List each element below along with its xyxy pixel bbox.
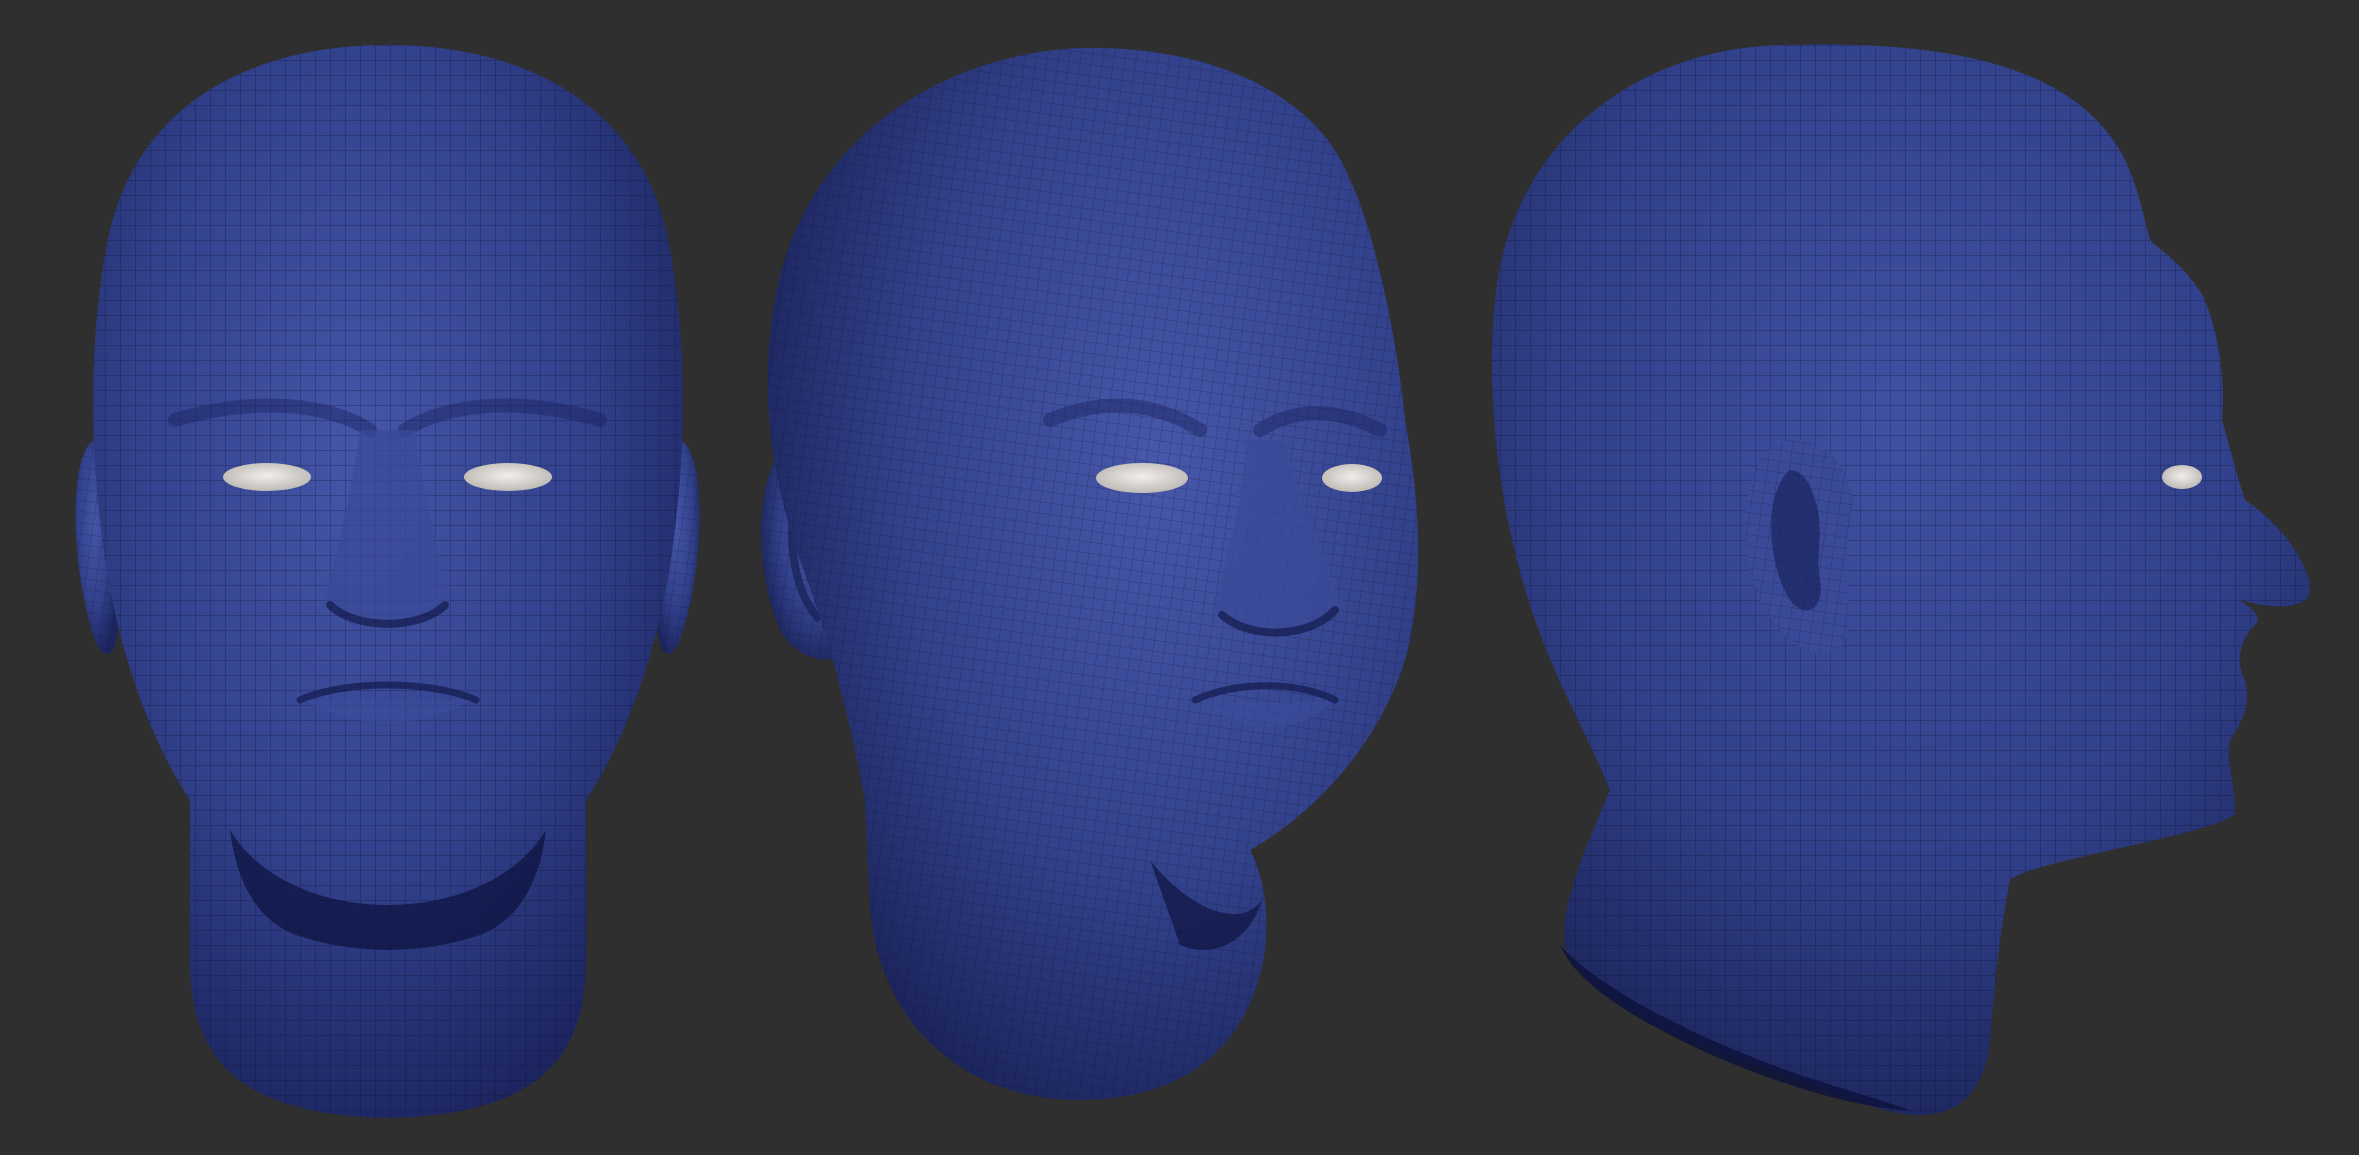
eye-socket	[2162, 465, 2202, 489]
left-eye-socket	[1096, 463, 1188, 493]
right-eye-socket	[1322, 464, 1382, 492]
front-view-head	[75, 45, 700, 1118]
head-mesh-renders	[75, 44, 2311, 1118]
left-eye-socket	[223, 463, 311, 491]
side-view-head	[1491, 44, 2311, 1116]
three-quarter-view-head	[761, 47, 1419, 1100]
sculpt-viewport	[0, 0, 2359, 1155]
right-eye-socket	[464, 463, 552, 491]
